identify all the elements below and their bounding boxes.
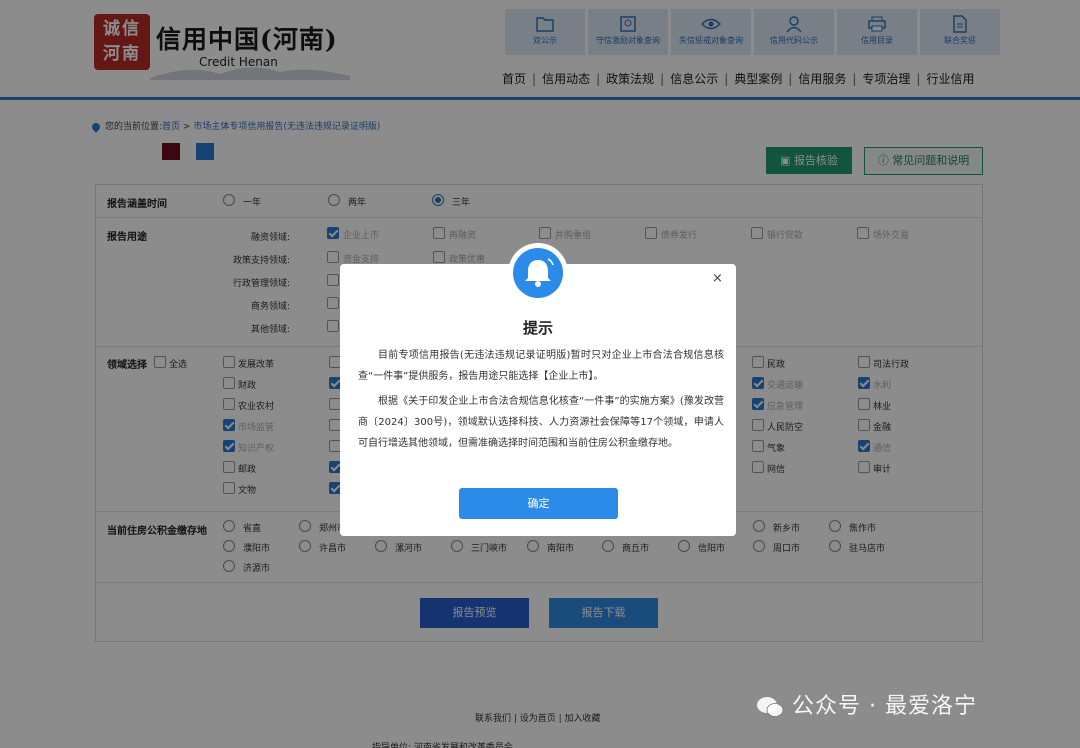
bell-badge	[508, 243, 568, 303]
watermark-text: 公众号 · 最爱洛宁	[792, 694, 977, 719]
dialog-title: 提示	[522, 319, 553, 337]
bell-icon	[513, 248, 563, 298]
dialog-paragraph-2: 根据《关于印发企业上市合法合规信息化核查“一件事”的实施方案》(豫发改营商〔20…	[358, 396, 724, 449]
confirm-button[interactable]: 确定	[459, 488, 618, 519]
close-icon[interactable]: ×	[712, 271, 723, 286]
dialog-paragraph-1: 目前专项信用报告(无违法违规记录证明版)暂时只对企业上市合法合规信息核查“一件事…	[358, 350, 724, 382]
watermark: 公众号 · 最爱洛宁	[756, 688, 977, 720]
wechat-icon	[757, 697, 784, 717]
